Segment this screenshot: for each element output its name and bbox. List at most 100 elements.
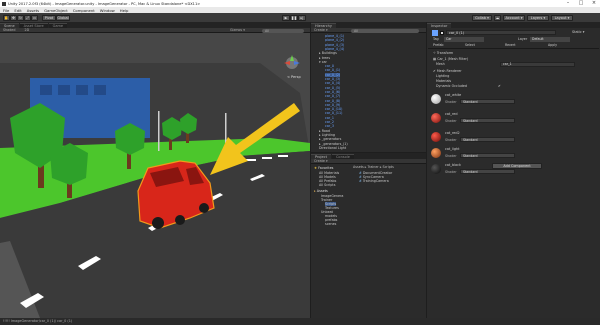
- global-toggle[interactable]: Global: [56, 14, 70, 21]
- menu-gameobject[interactable]: GameObject: [44, 8, 68, 13]
- favorites-header[interactable]: ★ Favorites: [314, 166, 333, 170]
- material-name: cat_red2: [445, 131, 460, 135]
- menu-edit[interactable]: Edit: [14, 8, 21, 13]
- shader-dropdown[interactable]: Standard: [460, 153, 515, 158]
- menu-assets[interactable]: Assets: [27, 8, 39, 13]
- main-toolbar: ✋ ✥ ↻ ⤢ ▭ Pivot Global ▶ ❚❚ ▸| Collab ▾ …: [0, 13, 600, 22]
- layer-dropdown[interactable]: Default: [530, 37, 570, 42]
- menu-component[interactable]: Component: [73, 8, 95, 13]
- hierarchy-panel: Hierarchy Create ▾ All plane_4_(1) plane_…: [311, 22, 426, 152]
- menu-window[interactable]: Window: [100, 8, 115, 13]
- project-panel: Project Console Create ▾ Assets ▸ Traine…: [311, 153, 426, 318]
- shader-dropdown[interactable]: Standard: [460, 137, 515, 142]
- layer-label: Layer: [518, 37, 528, 41]
- shader-dropdown[interactable]: Standard: [460, 118, 515, 123]
- inspector-tabstrip: Inspector: [427, 22, 600, 28]
- play-button[interactable]: ▶: [282, 14, 290, 21]
- window-title: Unity 2017.2.0f3 (64bit) - ImageGenerato…: [8, 1, 201, 6]
- assets-header[interactable]: ▸ Assets: [314, 189, 328, 193]
- minimize-button[interactable]: –: [562, 0, 574, 7]
- project-breadcrumb[interactable]: Assets ▸ Trainer ▸ Scripts: [353, 165, 394, 169]
- mesh-label: Mesh: [436, 62, 445, 66]
- tab-inspector[interactable]: Inspector: [427, 23, 452, 28]
- prefab-revert-button[interactable]: Revert: [505, 43, 515, 47]
- persp-label[interactable]: < Persp: [287, 75, 301, 79]
- script-file-item[interactable]: # TrainingCamera: [359, 179, 389, 183]
- favorites-title: Favorites: [318, 166, 334, 170]
- shader-label: Shader: [445, 100, 457, 104]
- close-button[interactable]: ×: [588, 0, 600, 7]
- hierarchy-search-input[interactable]: All: [351, 28, 419, 33]
- folder-icon: ▸: [314, 189, 316, 193]
- add-component-button[interactable]: Add Component: [492, 163, 542, 169]
- mesh-renderer-component-header[interactable]: ✔ Mesh Renderer: [433, 69, 462, 73]
- scene-panel: Scene Asset Store Game Shaded 2D Gizmos …: [0, 22, 310, 318]
- hierarchy-item[interactable]: Directional Light: [319, 146, 346, 150]
- material-name: cat_red: [445, 112, 458, 116]
- transform-icon: ⊹: [433, 51, 436, 55]
- tag-label: Tag: [433, 37, 439, 41]
- script-icon: #: [359, 179, 362, 183]
- step-button[interactable]: ▸|: [298, 14, 306, 21]
- dynamic-occluded-checkbox[interactable]: ✔: [498, 84, 501, 88]
- 2d-toggle[interactable]: 2D: [24, 28, 29, 32]
- shading-dropdown[interactable]: Shaded: [3, 28, 15, 32]
- unity-logo-icon: [2, 1, 6, 6]
- scene-search-input[interactable]: All: [262, 28, 304, 33]
- component-title: Mesh Renderer: [436, 69, 462, 73]
- rect-tool-button[interactable]: ▭: [31, 14, 38, 21]
- move-tool-button[interactable]: ✥: [10, 14, 17, 21]
- hand-tool-button[interactable]: ✋: [3, 14, 10, 21]
- rotate-tool-button[interactable]: ↻: [17, 14, 24, 21]
- transform-component-header[interactable]: ⊹ Transform: [433, 51, 453, 55]
- scene-viewport[interactable]: < Persp: [0, 33, 310, 318]
- mesh-filter-component-header[interactable]: ▦ Car_1 (Mesh Filter): [433, 57, 468, 61]
- building-window: [94, 85, 106, 95]
- component-title: Car_1 (Mesh Filter): [437, 57, 469, 61]
- material-name: cat_light: [445, 147, 460, 151]
- streetlight: [158, 111, 160, 151]
- collab-dropdown[interactable]: Collab ▾: [472, 14, 492, 21]
- component-title: Transform: [436, 51, 454, 55]
- material-name: cat_black: [445, 163, 461, 167]
- favorite-item[interactable]: All Scripts: [319, 183, 335, 187]
- account-dropdown[interactable]: Account ▾: [503, 14, 525, 21]
- cloud-icon[interactable]: ☁: [494, 14, 501, 21]
- shader-dropdown[interactable]: Standard: [460, 99, 515, 104]
- project-create-dropdown[interactable]: Create ▾: [314, 159, 328, 163]
- pause-button[interactable]: ❚❚: [290, 14, 298, 21]
- streetlight: [225, 113, 227, 143]
- status-bar: !!!!! ImageGenerator/car_0 (1)/ car_0 (1…: [0, 318, 600, 325]
- material-sphere-icon: [431, 94, 441, 104]
- maximize-button[interactable]: □: [575, 0, 587, 7]
- material-entry[interactable]: cat_white Shader Standard: [430, 92, 592, 111]
- layers-dropdown[interactable]: Layers ▾: [527, 14, 549, 21]
- renderer-materials-row[interactable]: Materials: [436, 79, 451, 83]
- scale-tool-button[interactable]: ⤢: [24, 14, 31, 21]
- renderer-dynamic-occluded-row: Dynamic Occluded: [436, 84, 468, 88]
- material-entry[interactable]: cat_red Shader Standard: [430, 111, 592, 130]
- mesh-field[interactable]: car_1: [500, 62, 575, 67]
- building-window: [58, 85, 70, 95]
- menu-help[interactable]: Help: [120, 8, 129, 13]
- material-sphere-icon: [431, 113, 441, 123]
- object-name-field[interactable]: car_0 (1): [446, 30, 556, 35]
- active-checkbox[interactable]: [440, 31, 444, 35]
- building-window: [40, 85, 52, 95]
- renderer-lighting-row[interactable]: Lighting: [436, 74, 449, 78]
- pivot-toggle[interactable]: Pivot: [42, 14, 56, 21]
- shader-dropdown[interactable]: Standard: [460, 169, 515, 174]
- menu-file[interactable]: File: [3, 8, 9, 13]
- title-bar: Unity 2017.2.0f3 (64bit) - ImageGenerato…: [0, 0, 600, 7]
- asset-folder-item[interactable]: scenes: [325, 222, 336, 226]
- building-window: [76, 85, 88, 95]
- project-toolbar: Create ▾: [311, 159, 426, 164]
- prefab-apply-button[interactable]: Apply: [548, 43, 557, 47]
- hierarchy-toolbar: Create ▾ All: [311, 28, 426, 33]
- tag-dropdown[interactable]: Car: [444, 37, 484, 42]
- hierarchy-create-dropdown[interactable]: Create ▾: [314, 28, 328, 32]
- star-icon: ★: [314, 166, 318, 170]
- layout-dropdown[interactable]: Layout ▾: [551, 14, 573, 21]
- prefab-select-button[interactable]: Select: [465, 43, 475, 47]
- static-toggle[interactable]: Static ▾: [572, 30, 584, 34]
